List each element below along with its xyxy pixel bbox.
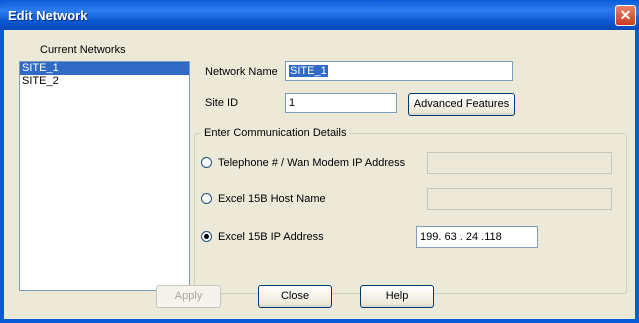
- network-name-label: Network Name: [205, 66, 278, 78]
- host-name-field[interactable]: [427, 188, 612, 210]
- network-name-value: SITE_1: [289, 65, 328, 77]
- dialog-title: Edit Network: [8, 8, 88, 23]
- host-name-radio[interactable]: [201, 193, 212, 204]
- communication-details-label: Enter Communication Details: [201, 127, 350, 139]
- apply-button[interactable]: Apply: [156, 285, 221, 308]
- networks-listbox[interactable]: SITE_1 SITE_2: [19, 61, 190, 291]
- network-list-item[interactable]: SITE_2: [20, 75, 189, 88]
- close-button[interactable]: Close: [258, 285, 332, 308]
- telephone-field[interactable]: [427, 152, 612, 174]
- help-button[interactable]: Help: [360, 285, 434, 308]
- ip-address-option-label[interactable]: Excel 15B IP Address: [218, 231, 324, 243]
- telephone-option-label[interactable]: Telephone # / Wan Modem IP Address: [218, 157, 405, 169]
- dialog-body: Current Networks SITE_1 SITE_2 Network N…: [4, 30, 635, 319]
- radio-selected-dot: [204, 234, 209, 239]
- title-bar[interactable]: Edit Network ✕: [0, 0, 639, 30]
- ip-address-field[interactable]: 199. 63 . 24 .118: [416, 226, 538, 248]
- ip-address-radio[interactable]: [201, 231, 212, 242]
- network-list-item[interactable]: SITE_1: [20, 62, 189, 75]
- edit-network-dialog: Edit Network ✕ Current Networks SITE_1 S…: [0, 0, 639, 323]
- current-networks-label: Current Networks: [40, 44, 126, 56]
- host-name-option-label[interactable]: Excel 15B Host Name: [218, 193, 326, 205]
- network-name-field[interactable]: SITE_1: [285, 61, 513, 81]
- close-window-button[interactable]: ✕: [615, 5, 636, 26]
- site-id-field[interactable]: 1: [285, 93, 397, 113]
- advanced-features-button[interactable]: Advanced Features: [408, 93, 515, 116]
- site-id-label: Site ID: [205, 97, 239, 109]
- telephone-radio[interactable]: [201, 157, 212, 168]
